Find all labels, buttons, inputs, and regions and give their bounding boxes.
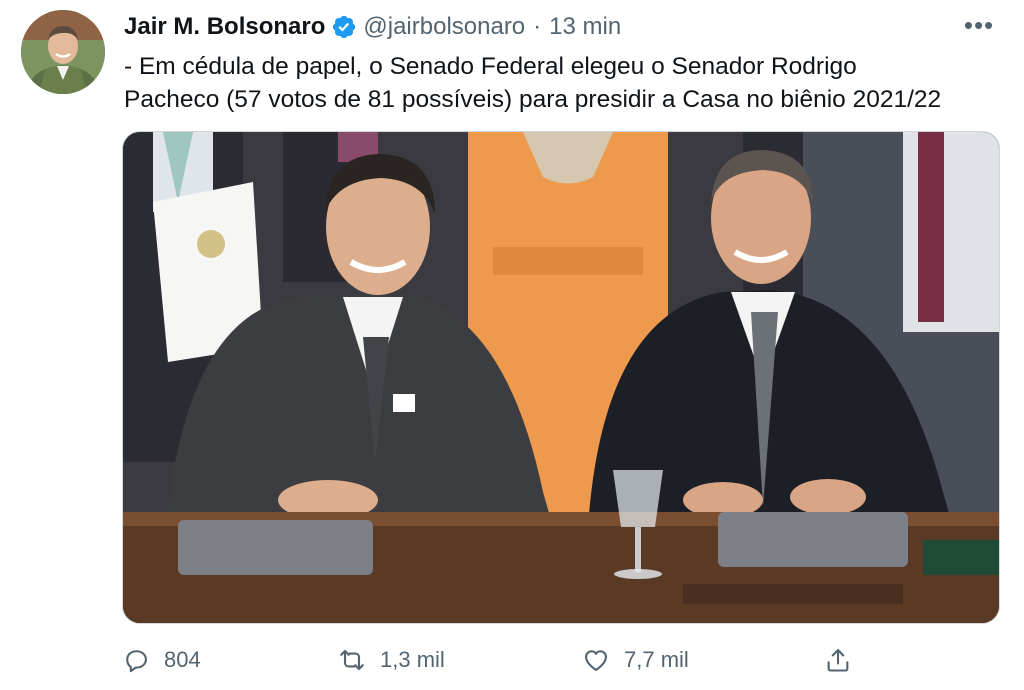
- heart-icon: [580, 644, 612, 676]
- author-name[interactable]: Jair M. Bolsonaro: [124, 13, 325, 41]
- tweet-text-line: - Em cédula de papel, o Senado Federal e…: [124, 53, 857, 80]
- avatar[interactable]: [21, 10, 105, 94]
- author-handle[interactable]: @jairbolsonaro: [363, 13, 525, 41]
- tweet-text: - Em cédula de papel, o Senado Federal e…: [124, 50, 1004, 116]
- like-count: 7,7 mil: [624, 647, 689, 672]
- separator-dot: ·: [533, 13, 542, 40]
- tweet-actions: 804 1,3 mil 7,7 mil: [120, 640, 860, 680]
- share-button[interactable]: [822, 640, 854, 680]
- share-icon: [822, 644, 854, 676]
- tweet-photo[interactable]: [122, 131, 1000, 624]
- photo-image: [123, 132, 999, 623]
- tweet[interactable]: Jair M. Bolsonaro @jairbolsonaro · 13 mi…: [0, 0, 1024, 690]
- avatar-image: [21, 10, 105, 94]
- reply-count: 804: [164, 647, 201, 672]
- more-options-label: •••: [963, 9, 995, 40]
- tweet-timestamp[interactable]: 13 min: [549, 13, 621, 41]
- retweet-count: 1,3 mil: [380, 647, 445, 672]
- reply-icon: [120, 644, 152, 676]
- verified-badge-icon: [331, 14, 357, 40]
- retweet-icon: [336, 644, 368, 676]
- retweet-button[interactable]: 1,3 mil: [336, 640, 445, 680]
- reply-button[interactable]: 804: [120, 640, 201, 680]
- like-button[interactable]: 7,7 mil: [580, 640, 689, 680]
- more-options-icon[interactable]: •••: [962, 8, 996, 42]
- tweet-header: Jair M. Bolsonaro @jairbolsonaro · 13 mi…: [124, 12, 621, 42]
- tweet-text-line: Pacheco (57 votos de 81 possíveis) para …: [124, 86, 942, 113]
